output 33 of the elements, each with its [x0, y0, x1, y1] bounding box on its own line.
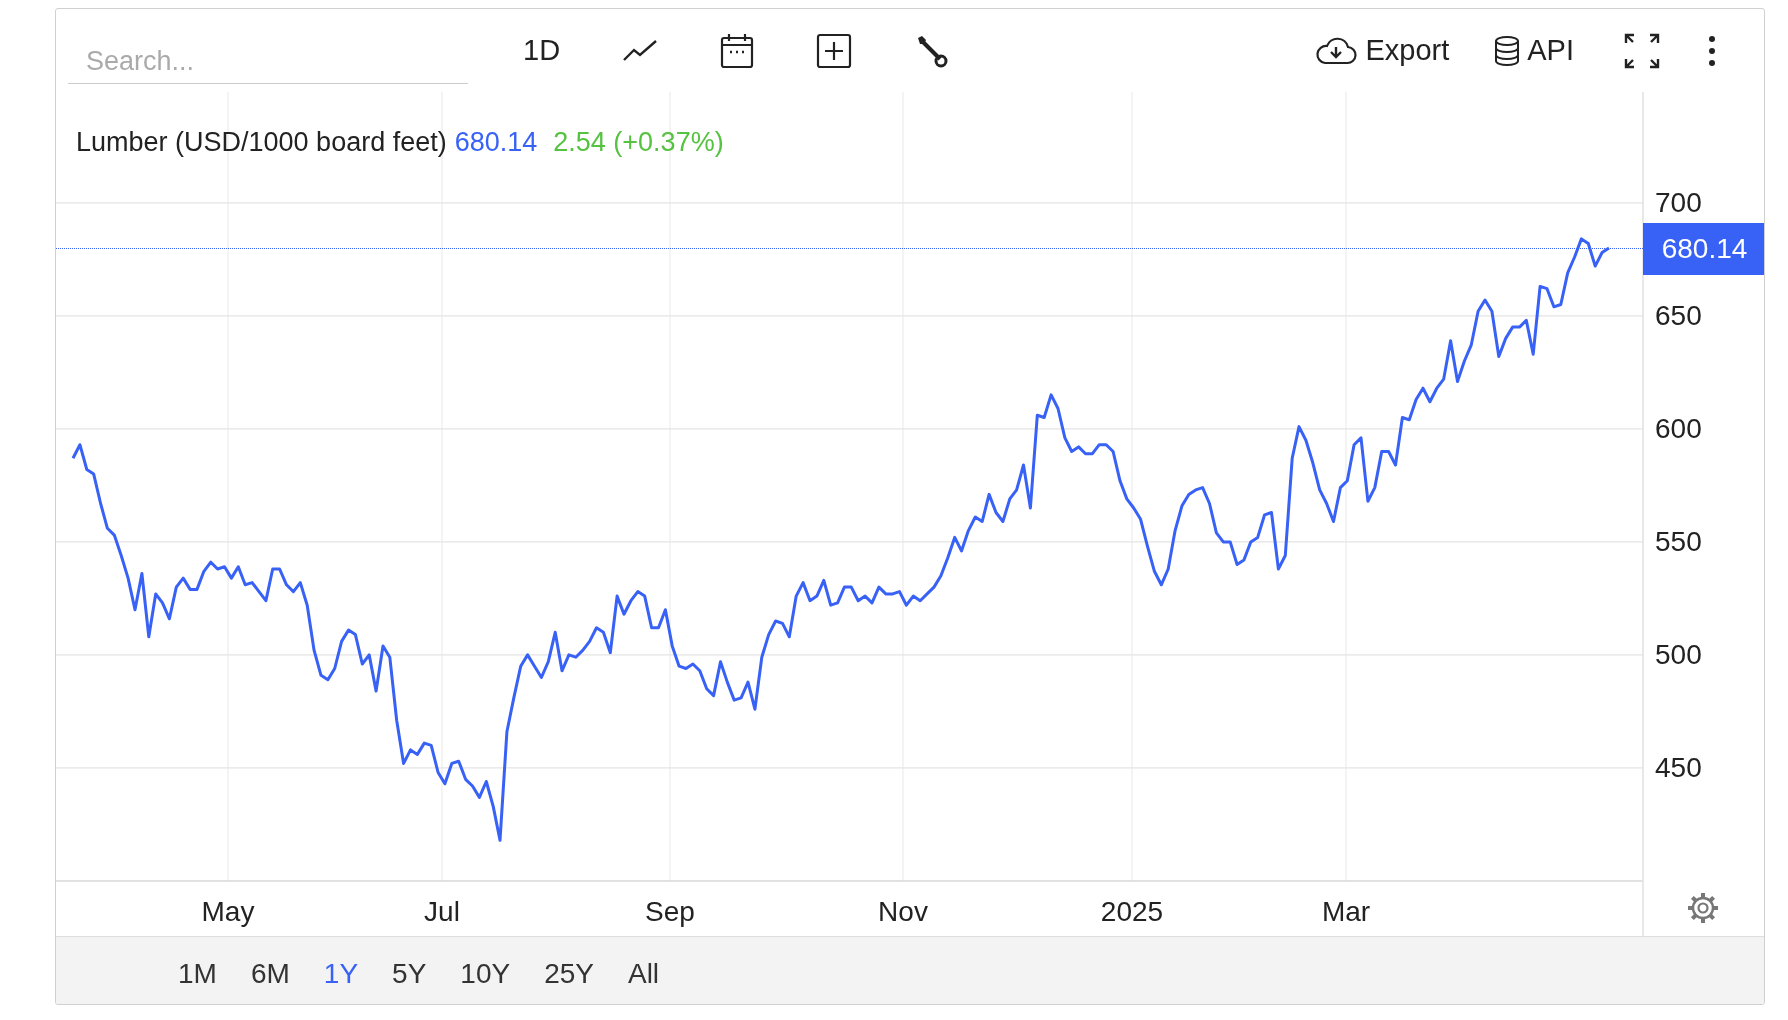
cloud-download-icon	[1315, 36, 1358, 65]
price-badge: 680.14	[1643, 223, 1764, 275]
y-axis-label: 500	[1655, 638, 1702, 670]
range-tab[interactable]: 1M	[166, 937, 229, 1004]
range-tab[interactable]: 10Y	[448, 937, 523, 1004]
database-icon	[1493, 34, 1522, 67]
y-axis-label: 450	[1655, 751, 1702, 783]
export-button[interactable]: Export	[1315, 34, 1450, 67]
chart-title: Lumber (USD/1000 board feet)	[76, 127, 447, 158]
price-change: 2.54 (+0.37%)	[553, 127, 724, 158]
x-axis-label: 2025	[1100, 896, 1164, 927]
settings-icon[interactable]	[1686, 891, 1720, 925]
range-tab[interactable]: 1Y	[311, 937, 371, 1004]
x-axis-label: Nov	[878, 896, 928, 927]
y-axis-label: 550	[1655, 525, 1702, 557]
api-button[interactable]: API	[1493, 34, 1574, 67]
add-icon[interactable]	[816, 32, 853, 69]
x-axis-label: Jul	[424, 896, 460, 927]
fullscreen-icon[interactable]	[1624, 32, 1660, 69]
range-tab[interactable]: 6M	[238, 937, 302, 1004]
interval-button[interactable]: 1D	[523, 34, 561, 67]
x-axis-label: Sep	[645, 896, 695, 927]
range-tab[interactable]: 25Y	[532, 937, 606, 1004]
calendar-icon[interactable]	[720, 32, 755, 69]
y-axis-label: 600	[1655, 412, 1702, 444]
range-tab[interactable]: All	[615, 937, 672, 1004]
y-axis-label: 650	[1655, 299, 1702, 331]
last-price: 680.14	[454, 127, 538, 158]
range-tab[interactable]: 5Y	[380, 937, 439, 1004]
y-axis-label: 700	[1655, 186, 1702, 218]
more-icon[interactable]	[1708, 34, 1716, 67]
x-axis-label: Mar	[1321, 896, 1371, 927]
x-axis-label: May	[201, 896, 255, 927]
